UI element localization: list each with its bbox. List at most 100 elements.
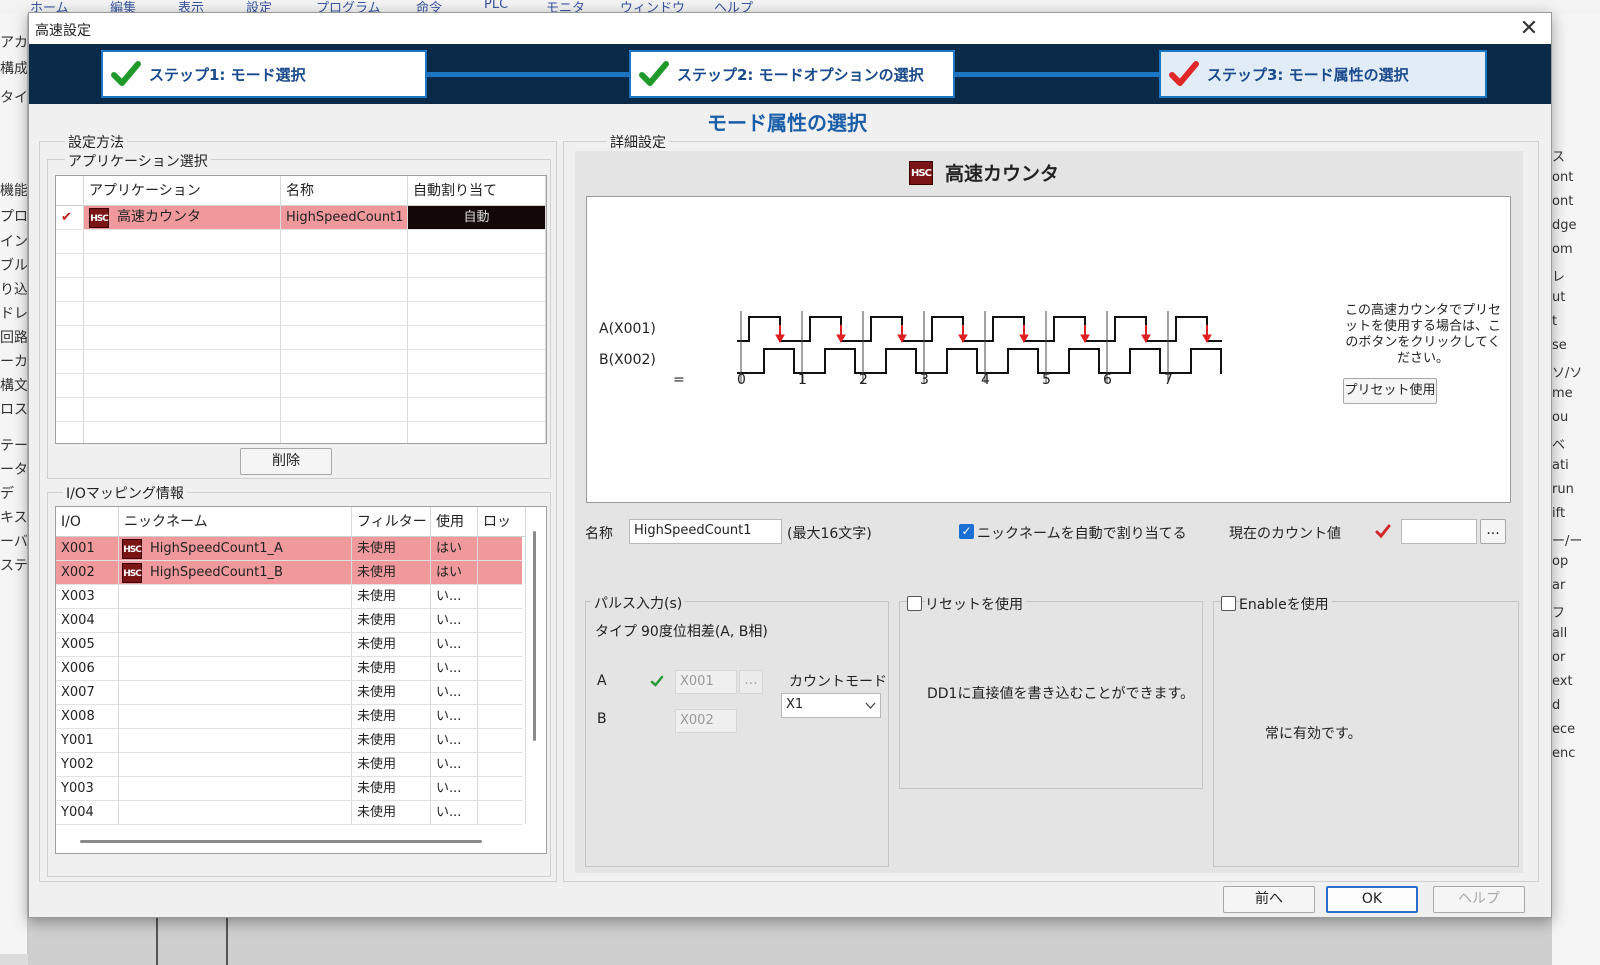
io-header-cell[interactable]: ロッ [478,507,526,536]
page-heading: モード属性の選択 [707,111,867,135]
count-label: 1 [798,372,807,388]
io-use-cell: い... [431,681,478,704]
bg-right-item: dge [1552,218,1577,233]
io-header-cell[interactable]: フィルター [352,507,431,536]
step-1[interactable]: ステップ1: モード選択 [101,50,427,98]
count-mode-select[interactable]: X1 [781,693,881,718]
empty-cell [84,350,281,373]
bg-left-item: イン [0,234,28,250]
io-use-cell: い... [431,609,478,632]
io-table-row[interactable]: X008 未使用 い... [56,705,526,729]
app-header-cell[interactable] [56,176,84,205]
io-table-row[interactable]: Y003 未使用 い... [56,777,526,801]
io-table-row[interactable]: Y001 未使用 い... [56,729,526,753]
app-table-empty-row [56,398,546,422]
bg-left-item: り込 [0,282,28,298]
empty-cell [56,254,84,277]
background-right-pane: ス ont ont dge om レ ut t se ソ/ソ me ou ベ ati run ift ー/ー op… [1552,14,1600,965]
previous-button[interactable]: 前へ [1223,886,1315,913]
signal-b-waveform [737,348,1222,374]
reset-checkbox[interactable] [907,596,922,611]
io-use-cell: い... [431,801,478,824]
dialog-title: 高速設定 [35,23,91,39]
io-io-cell: X008 [56,705,119,728]
enable-checkbox[interactable] [1221,596,1236,611]
io-filter-cell: 未使用 [352,753,431,776]
help-button[interactable]: ヘルプ [1433,886,1525,913]
detail-label: 詳細設定 [607,132,669,152]
io-table-row[interactable]: X006 未使用 い... [56,657,526,681]
io-table-row[interactable]: Y004 未使用 い... [56,801,526,825]
bg-right-item: ス [1552,150,1566,165]
empty-cell [281,254,408,277]
bg-right-item: ont [1552,170,1574,185]
red-check-icon [1375,524,1391,539]
empty-cell [56,326,84,349]
io-mapping-label: I/Oマッピング情報 [63,483,187,503]
method-group-label: 設定方法 [65,132,127,152]
a-input: X001 [675,670,737,694]
io-use-cell: い... [431,729,478,752]
empty-cell [408,398,546,421]
current-count-input[interactable] [1401,519,1477,544]
empty-cell [56,230,84,253]
io-table-row[interactable]: X002 HSC HighSpeedCount1_B 未使用 はい [56,561,526,585]
signal-a-label: A(X001) [599,321,656,337]
app-table-empty-row [56,350,546,374]
io-nick-cell [119,753,352,776]
empty-cell [56,374,84,397]
io-lock-cell [478,585,526,608]
name-cell: HighSpeedCount1 [281,206,408,229]
step-3[interactable]: ステップ3: モード属性の選択 [1159,50,1487,98]
bg-right-item: ソ/ソ [1552,366,1583,381]
app-table-empty-row [56,374,546,398]
bg-right-item: ou [1552,410,1569,425]
io-io-cell: Y002 [56,753,119,776]
io-filter-cell: 未使用 [352,801,431,824]
use-preset-button[interactable]: プリセット使用 [1343,378,1437,404]
green-check-icon [639,61,669,86]
io-horizontal-scrollbar[interactable] [80,840,482,843]
io-table-row[interactable]: X005 未使用 い... [56,633,526,657]
io-nick-cell: HSC HighSpeedCount1_A [119,537,352,560]
app-header-cell[interactable]: 自動割り当て [408,176,546,205]
app-header-cell[interactable]: アプリケーション [84,176,281,205]
app-header-cell[interactable]: 名称 [281,176,408,205]
io-header-cell[interactable]: ニックネーム [119,507,352,536]
io-filter-cell: 未使用 [352,561,431,584]
close-icon[interactable]: ✕ [1511,15,1547,42]
ok-button[interactable]: OK [1326,886,1418,913]
name-input[interactable]: HighSpeedCount1 [629,519,782,544]
io-header-cell[interactable]: 使用 [431,507,478,536]
auto-nickname-checkbox[interactable]: ✓ [959,524,974,539]
io-lock-cell [478,633,526,656]
bg-right-item: ece [1552,722,1576,737]
bg-right-item: ut [1552,290,1566,305]
io-table-row[interactable]: X007 未使用 い... [56,681,526,705]
empty-cell [56,350,84,373]
pulse-input-label: パルス入力(s) [591,593,686,613]
io-lock-cell [478,801,526,824]
io-filter-cell: 未使用 [352,705,431,728]
io-table-row[interactable]: Y002 未使用 い... [56,753,526,777]
io-vertical-scrollbar[interactable] [533,531,536,741]
app-table-row[interactable]: ✔ HSC 高速カウンタ HighSpeedCount1 自動 [56,206,546,230]
io-table-row[interactable]: X001 HSC HighSpeedCount1_A 未使用 はい [56,537,526,561]
io-lock-cell [478,777,526,800]
io-table-row[interactable]: X003 未使用 い... [56,585,526,609]
signal-a-waveform [737,316,1222,342]
bg-right-item: me [1552,386,1573,401]
current-count-browse-button[interactable]: ... [1480,519,1506,544]
auto-assign-cell[interactable]: 自動 [408,206,546,229]
bg-left-item: 回路 [0,330,28,346]
delete-button[interactable]: 削除 [240,448,332,475]
io-table-row[interactable]: X004 未使用 い... [56,609,526,633]
empty-cell [281,374,408,397]
io-nick-cell [119,657,352,680]
a-browse-button[interactable]: ... [739,670,763,694]
bg-right-item: se [1552,338,1567,353]
io-header-cell[interactable]: I/O [56,507,119,536]
detail-title-text: 高速カウンタ [945,163,1060,185]
step-2[interactable]: ステップ2: モードオプションの選択 [629,50,955,98]
empty-cell [84,326,281,349]
